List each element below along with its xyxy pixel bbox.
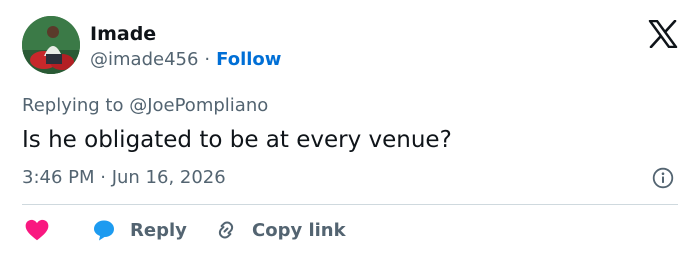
like-button[interactable] bbox=[24, 216, 50, 244]
tweet-text: Is he obligated to be at every venue? bbox=[22, 127, 452, 153]
x-logo-icon[interactable] bbox=[648, 20, 678, 48]
reply-bubble-icon bbox=[94, 220, 114, 241]
replying-to[interactable]: Replying to @JoePompliano bbox=[22, 94, 268, 118]
timestamp[interactable]: 3:46 PM · Jun 16, 2026 bbox=[22, 166, 226, 190]
info-icon[interactable] bbox=[652, 167, 674, 189]
author-name[interactable]: Imade bbox=[90, 22, 156, 46]
reply-label: Reply bbox=[130, 219, 187, 241]
author-meta: @imade456 · Follow bbox=[90, 48, 281, 72]
tweet-embed-card: Imade @imade456 · Follow Replying to @JoeP… bbox=[0, 0, 700, 256]
separator: · bbox=[204, 49, 211, 70]
copy-link-button[interactable]: Copy link bbox=[214, 216, 346, 244]
link-icon bbox=[218, 221, 234, 239]
action-bar: Reply Copy link bbox=[22, 216, 682, 244]
copy-link-label: Copy link bbox=[252, 219, 346, 241]
avatar-photo bbox=[22, 16, 80, 74]
avatar[interactable] bbox=[22, 16, 80, 74]
reply-button[interactable]: Reply bbox=[92, 216, 187, 244]
divider bbox=[22, 204, 678, 205]
follow-button[interactable]: Follow bbox=[216, 49, 281, 70]
heart-icon bbox=[25, 219, 49, 241]
author-handle[interactable]: @imade456 bbox=[90, 49, 198, 70]
